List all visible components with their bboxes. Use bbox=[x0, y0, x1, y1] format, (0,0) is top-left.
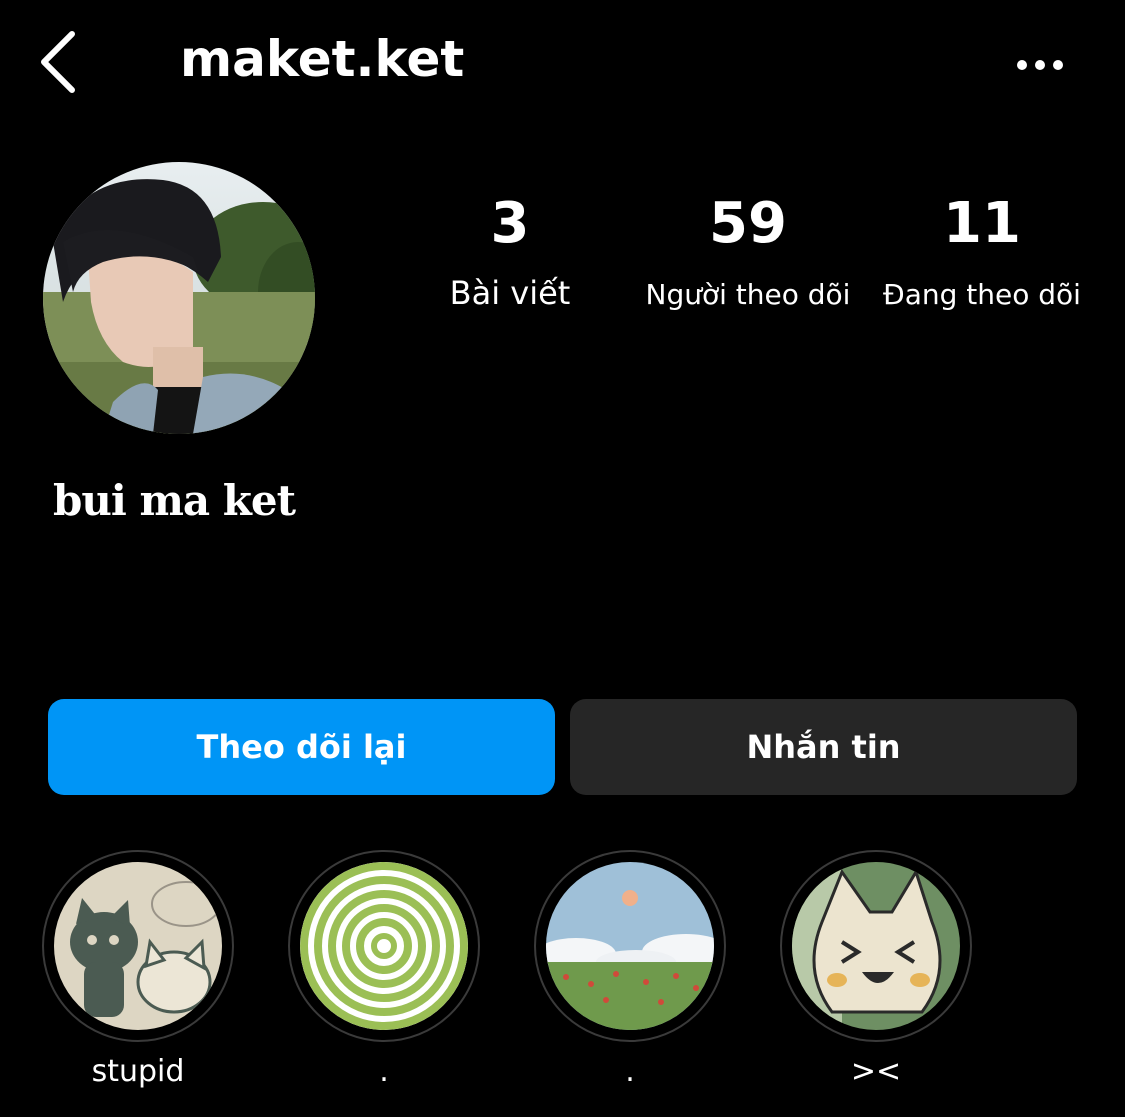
highlight-ring bbox=[42, 850, 234, 1042]
highlight-cover-image bbox=[54, 862, 222, 1030]
highlight-label: >< bbox=[850, 1054, 902, 1089]
followers-count-label: Người theo dõi bbox=[645, 278, 851, 311]
profile-avatar[interactable] bbox=[43, 162, 315, 434]
highlight-cover-image bbox=[792, 862, 960, 1030]
posts-count-stat[interactable]: 3 Bài viết bbox=[420, 191, 600, 313]
story-highlight[interactable]: >< bbox=[780, 850, 972, 1089]
highlight-ring bbox=[780, 850, 972, 1042]
follow-back-button[interactable]: Theo dõi lại bbox=[48, 699, 555, 795]
posts-count-value: 3 bbox=[490, 191, 530, 256]
highlight-cover-image bbox=[300, 862, 468, 1030]
followers-count-value: 59 bbox=[709, 191, 787, 256]
posts-count-label: Bài viết bbox=[449, 274, 571, 312]
back-chevron-icon[interactable] bbox=[34, 26, 90, 98]
highlight-ring bbox=[534, 850, 726, 1042]
story-highlight[interactable]: . bbox=[534, 850, 726, 1089]
story-highlight[interactable]: stupid bbox=[42, 850, 234, 1089]
highlight-label: . bbox=[625, 1054, 635, 1089]
following-count-value: 11 bbox=[943, 191, 1021, 256]
profile-display-name: bui ma ket bbox=[53, 476, 296, 525]
highlight-ring bbox=[288, 850, 480, 1042]
more-options-icon[interactable] bbox=[1012, 52, 1068, 78]
following-count-label: Đang theo dõi bbox=[883, 278, 1081, 311]
following-count-stat[interactable]: 11 Đang theo dõi bbox=[868, 191, 1096, 312]
highlight-label: . bbox=[379, 1054, 389, 1089]
message-button[interactable]: Nhắn tin bbox=[570, 699, 1077, 795]
followers-count-stat[interactable]: 59 Người theo dõi bbox=[628, 191, 868, 312]
story-highlight[interactable]: . bbox=[288, 850, 480, 1089]
highlight-label: stupid bbox=[91, 1054, 185, 1089]
highlight-cover-image bbox=[546, 862, 714, 1030]
profile-username: maket.ket bbox=[180, 30, 465, 88]
